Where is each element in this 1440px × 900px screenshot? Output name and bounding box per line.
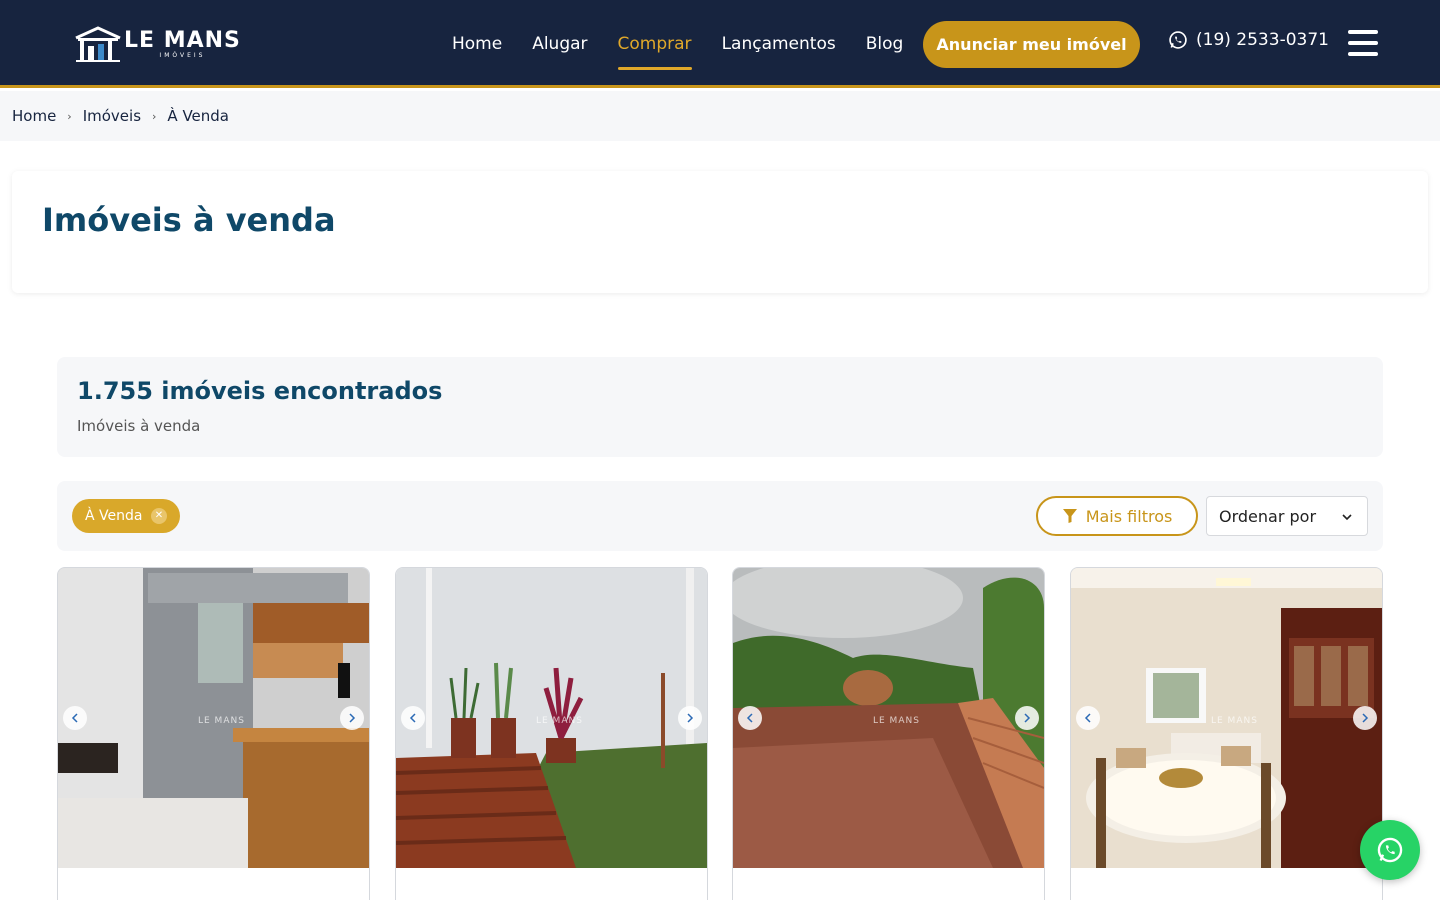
logo[interactable]: LE MANS IMÓVEIS [74, 24, 244, 64]
breadcrumb-imoveis[interactable]: Imóveis [83, 107, 141, 125]
remove-filter-icon[interactable]: ✕ [151, 508, 167, 524]
sort-select[interactable]: Ordenar por [1206, 496, 1368, 536]
sort-label: Ordenar por [1219, 506, 1317, 526]
next-photo-button[interactable] [1353, 706, 1377, 730]
site-header: LE MANS IMÓVEIS Home Alugar Comprar Lanç… [0, 0, 1440, 88]
results-count: 1.755 imóveis encontrados [77, 377, 442, 405]
listing-card[interactable]: LE MANS [1070, 567, 1383, 900]
results-summary: 1.755 imóveis encontrados Imóveis à vend… [57, 357, 1383, 457]
previous-photo-button[interactable] [738, 706, 762, 730]
breadcrumb-separator-icon: › [67, 109, 72, 123]
chevron-right-icon [1024, 713, 1031, 723]
previous-photo-button[interactable] [63, 706, 87, 730]
chip-label: À Venda [85, 508, 143, 524]
more-filters-button[interactable]: Mais filtros [1036, 496, 1198, 536]
nav-alugar[interactable]: Alugar [532, 0, 587, 88]
chevron-left-icon [409, 713, 416, 723]
page-title: Imóveis à venda [42, 201, 336, 239]
active-filter-chip[interactable]: À Venda ✕ [72, 499, 180, 533]
chevron-down-icon [1342, 514, 1352, 521]
filter-icon [1062, 509, 1077, 523]
logo-text: LE MANS [124, 27, 241, 53]
chevron-right-icon [687, 713, 694, 723]
chevron-left-icon [1084, 713, 1091, 723]
watermark-logo-icon: LE MANS [198, 716, 245, 726]
menu-icon[interactable] [1348, 30, 1378, 56]
whatsapp-icon [1169, 31, 1187, 49]
breadcrumb-home[interactable]: Home [12, 107, 56, 125]
nav-lancamentos[interactable]: Lançamentos [722, 0, 836, 88]
more-filters-label: Mais filtros [1085, 506, 1173, 526]
advertise-property-button[interactable]: Anunciar meu imóvel [923, 21, 1140, 68]
chevron-left-icon [746, 713, 753, 723]
nav-home[interactable]: Home [452, 0, 502, 88]
chevron-right-icon [349, 713, 356, 723]
next-photo-button[interactable] [678, 706, 702, 730]
previous-photo-button[interactable] [1076, 706, 1100, 730]
page-title-card: Imóveis à venda [12, 171, 1428, 293]
logo-subtext: IMÓVEIS [159, 51, 206, 59]
watermark-logo-icon: LE MANS [1211, 716, 1258, 726]
listing-card[interactable]: LE MANS [395, 567, 708, 900]
listing-card[interactable]: LE MANS [732, 567, 1045, 900]
breadcrumb-current: À Venda [167, 107, 229, 125]
whatsapp-icon [1377, 837, 1403, 863]
listing-card[interactable]: LE MANS [57, 567, 370, 900]
nav-comprar[interactable]: Comprar [617, 0, 692, 88]
filter-bar: À Venda ✕ Mais filtros Ordenar por [57, 481, 1383, 551]
phone-link[interactable]: (19) 2533-0371 [1168, 30, 1329, 50]
results-count-suffix: imóveis encontrados [152, 377, 443, 405]
nav-blog[interactable]: Blog [866, 0, 904, 88]
main-nav: Home Alugar Comprar Lançamentos Blog [452, 0, 903, 88]
previous-photo-button[interactable] [401, 706, 425, 730]
watermark-logo-icon: LE MANS [873, 716, 920, 726]
next-photo-button[interactable] [340, 706, 364, 730]
next-photo-button[interactable] [1015, 706, 1039, 730]
breadcrumb: Home › Imóveis › À Venda [0, 91, 1440, 141]
results-count-number: 1.755 [77, 377, 153, 405]
results-subtitle: Imóveis à venda [77, 417, 201, 435]
whatsapp-float-button[interactable] [1360, 820, 1420, 880]
chevron-left-icon [71, 713, 78, 723]
breadcrumb-separator-icon: › [152, 109, 157, 123]
watermark-logo-icon: LE MANS [536, 716, 583, 726]
house-logo-icon [75, 26, 121, 62]
chevron-right-icon [1362, 713, 1369, 723]
phone-number: (19) 2533-0371 [1196, 30, 1329, 50]
